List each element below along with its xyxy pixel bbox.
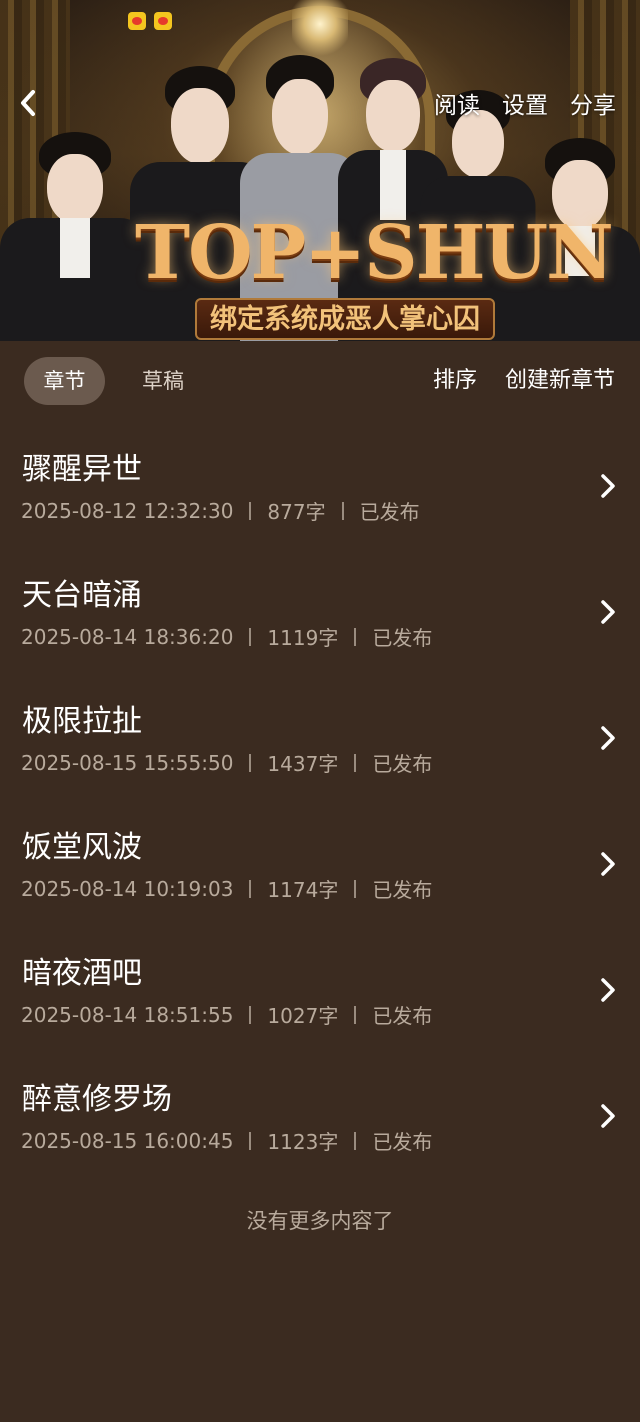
chapter-word-count: 1123字 <box>267 1130 339 1154</box>
cover-logo: TOP+SHUN 绑定系统成恶人掌心囚 <box>135 210 614 340</box>
end-of-list-note: 没有更多内容了 <box>246 1209 394 1233</box>
divider <box>354 1131 357 1150</box>
divider <box>341 501 344 520</box>
chapter-title: 暗夜酒吧 <box>22 956 142 991</box>
cover-logo-subtitle: 绑定系统成恶人掌心囚 <box>195 298 495 340</box>
divider <box>249 1131 252 1150</box>
chevron-right-icon <box>596 1100 620 1132</box>
chapter-word-count: 1437字 <box>267 752 339 776</box>
chapter-title: 天台暗涌 <box>22 578 142 613</box>
chapter-title: 醉意修罗场 <box>22 1082 172 1117</box>
chapter-status: 已发布 <box>372 878 433 902</box>
chapter-date: 2025-08-15 16:00:45 <box>21 1128 234 1153</box>
cover-banner: TOP+SHUN 绑定系统成恶人掌心囚 阅读 设置 分享 <box>0 0 640 341</box>
chapter-title: 饭堂风波 <box>22 830 142 865</box>
chapter-date: 2025-08-14 10:19:03 <box>21 876 234 901</box>
divider <box>354 879 357 898</box>
cover-logo-title: TOP+SHUN <box>135 210 614 296</box>
divider <box>249 753 252 772</box>
chapter-date: 2025-08-12 12:32:30 <box>21 498 234 523</box>
divider <box>354 627 357 646</box>
chandelier-image <box>292 0 348 60</box>
chapter-status: 已发布 <box>372 1004 433 1028</box>
create-chapter-button[interactable]: 创建新章节 <box>505 357 615 405</box>
chapter-status: 已发布 <box>372 1130 433 1154</box>
sort-button[interactable]: 排序 <box>433 357 477 405</box>
tabs-bar: 章节 草稿 排序 创建新章节 <box>0 341 640 423</box>
chapter-word-count: 1027字 <box>267 1004 339 1028</box>
chapter-meta: 2025-08-14 18:51:55 1027字 已发布 <box>21 1000 432 1029</box>
chapter-item[interactable]: 极限拉扯 2025-08-15 15:55:50 1437字 已发布 <box>0 682 640 808</box>
chevron-right-icon <box>596 596 620 628</box>
chapter-management-page: TOP+SHUN 绑定系统成恶人掌心囚 阅读 设置 分享 章节 草稿 排序 创建… <box>0 0 640 1422</box>
chapter-word-count: 1119字 <box>267 626 339 650</box>
chapter-item[interactable]: 醉意修罗场 2025-08-15 16:00:45 1123字 已发布 <box>0 1060 640 1186</box>
chapter-item[interactable]: 天台暗涌 2025-08-14 18:36:20 1119字 已发布 <box>0 556 640 682</box>
chevron-right-icon <box>596 974 620 1006</box>
divider <box>249 1005 252 1024</box>
chapter-meta: 2025-08-14 18:36:20 1119字 已发布 <box>21 622 432 651</box>
chapter-item[interactable]: 暗夜酒吧 2025-08-14 18:51:55 1027字 已发布 <box>0 934 640 1060</box>
header-actions: 阅读 设置 分享 <box>434 86 616 120</box>
chapter-meta: 2025-08-12 12:32:30 877字 已发布 <box>21 496 420 525</box>
read-button[interactable]: 阅读 <box>434 86 480 120</box>
weibo-icon <box>154 12 172 30</box>
chevron-right-icon <box>596 722 620 754</box>
chapter-status: 已发布 <box>372 752 433 776</box>
chapter-date: 2025-08-14 18:36:20 <box>21 624 234 649</box>
tab-chapters[interactable]: 章节 <box>24 357 105 405</box>
list-actions: 排序 创建新章节 <box>433 357 615 405</box>
back-button[interactable] <box>10 85 46 121</box>
divider <box>249 501 252 520</box>
chapter-title: 骤醒异世 <box>22 452 142 487</box>
chapter-meta: 2025-08-14 10:19:03 1174字 已发布 <box>21 874 432 903</box>
divider <box>249 627 252 646</box>
chapter-list: 骤醒异世 2025-08-12 12:32:30 877字 已发布 天台暗涌 2… <box>0 430 640 1186</box>
divider <box>354 753 357 772</box>
chapter-date: 2025-08-15 15:55:50 <box>21 750 234 775</box>
chapter-word-count: 1174字 <box>267 878 339 902</box>
cover-figure-1 <box>0 130 150 341</box>
status-bar-icons <box>128 12 172 30</box>
chapter-title: 极限拉扯 <box>22 704 142 739</box>
chapter-item[interactable]: 骤醒异世 2025-08-12 12:32:30 877字 已发布 <box>0 430 640 556</box>
chapter-date: 2025-08-14 18:51:55 <box>21 1002 234 1027</box>
tab-drafts[interactable]: 草稿 <box>124 357 202 405</box>
chapter-item[interactable]: 饭堂风波 2025-08-14 10:19:03 1174字 已发布 <box>0 808 640 934</box>
chevron-right-icon <box>596 848 620 880</box>
divider <box>249 879 252 898</box>
share-button[interactable]: 分享 <box>570 86 616 120</box>
chapter-status: 已发布 <box>372 626 433 650</box>
chapter-word-count: 877字 <box>267 500 326 524</box>
divider <box>354 1005 357 1024</box>
weibo-icon <box>128 12 146 30</box>
chevron-right-icon <box>596 470 620 502</box>
chapter-meta: 2025-08-15 15:55:50 1437字 已发布 <box>21 748 432 777</box>
chevron-left-icon <box>21 90 35 116</box>
chapter-meta: 2025-08-15 16:00:45 1123字 已发布 <box>21 1126 432 1155</box>
settings-button[interactable]: 设置 <box>502 86 548 120</box>
chapter-status: 已发布 <box>359 500 420 524</box>
